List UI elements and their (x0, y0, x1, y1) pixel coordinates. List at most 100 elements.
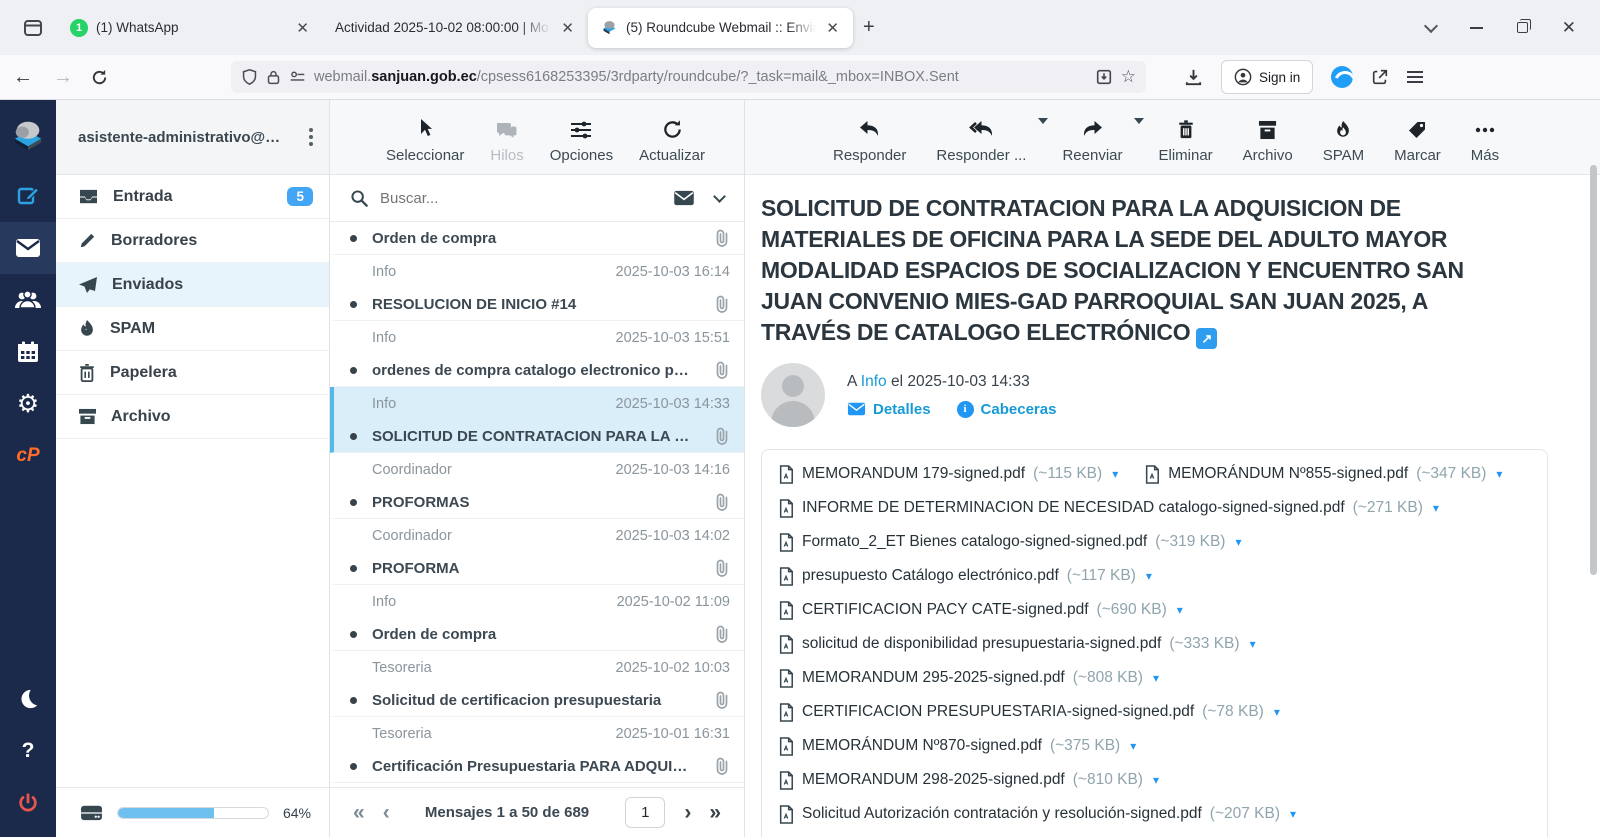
url-bar[interactable]: webmail.sanjuan.gob.ec/cpsess6168253395/… (231, 61, 1146, 93)
new-tab-button[interactable]: + (863, 16, 875, 39)
permissions-icon[interactable] (289, 70, 306, 84)
attachment-menu-icon[interactable]: ▾ (1153, 671, 1159, 685)
attachment-item[interactable]: MEMORANDUM 179-signed.pdf(~115 KB)▾ (778, 462, 1118, 486)
attachment-menu-icon[interactable]: ▾ (1290, 807, 1296, 821)
attachment-item[interactable]: MEMORANDUM 298-2025-signed.pdf(~810 KB)▾ (778, 768, 1159, 792)
tab-actividad[interactable]: Actividad 2025-10-02 08:00:00 | Mo ✕ (323, 8, 588, 48)
more-button[interactable]: Más (1471, 120, 1499, 164)
tab-roundcube-active[interactable]: (5) Roundcube Webmail :: Envia ✕ (588, 8, 853, 48)
message-meta-row[interactable]: Tesoreria2025-10-02 10:03 (330, 651, 744, 684)
message-meta-row[interactable]: Tesoreria2025-10-01 16:31 (330, 717, 744, 750)
attachment-item[interactable]: Formato_2_ET Bienes catalogo-signed-sign… (778, 530, 1242, 554)
attachment-menu-icon[interactable]: ▾ (1112, 467, 1118, 481)
attachment-menu-icon[interactable]: ▾ (1130, 739, 1136, 753)
message-subject-row[interactable]: PROFORMAS (330, 486, 744, 519)
attachment-menu-icon[interactable]: ▾ (1177, 603, 1183, 617)
sign-in-button[interactable]: Sign in (1221, 60, 1313, 94)
search-input[interactable] (380, 190, 661, 207)
scrollbar-thumb[interactable] (1590, 165, 1597, 575)
close-window-button[interactable]: ✕ (1562, 18, 1576, 38)
back-button[interactable]: ← (10, 66, 36, 89)
options-button[interactable]: Opciones (550, 120, 613, 164)
message-subject-row[interactable]: Orden de compra (330, 618, 744, 651)
tab-close-icon[interactable]: ✕ (559, 19, 576, 37)
folder-entrada[interactable]: Entrada 5 (56, 175, 329, 219)
select-button[interactable]: Seleccionar (386, 118, 464, 164)
next-page-button[interactable]: › (675, 801, 700, 825)
attachment-item[interactable]: MEMORÁNDUM Nº870-signed.pdf(~375 KB)▾ (778, 734, 1136, 758)
attachment-menu-icon[interactable]: ▾ (1235, 535, 1241, 549)
message-subject-row-selected[interactable]: SOLICITUD DE CONTRATACION PARA LA … (330, 420, 744, 453)
message-subject-row[interactable]: Orden de compra (330, 222, 744, 255)
cpanel-nav-icon[interactable]: cP (0, 430, 56, 482)
share-icon[interactable] (1371, 68, 1389, 86)
tab-close-icon[interactable]: ✕ (294, 19, 311, 37)
reload-button[interactable] (90, 68, 109, 87)
threads-button[interactable]: Hilos (490, 120, 523, 164)
folder-borradores[interactable]: Borradores (56, 219, 329, 263)
delete-button[interactable]: Eliminar (1158, 120, 1212, 164)
message-meta-row[interactable]: Coordinador2025-10-03 14:02 (330, 519, 744, 552)
page-number-input[interactable]: 1 (625, 797, 665, 828)
folder-enviados[interactable]: Enviados (56, 263, 329, 307)
account-header[interactable]: asistente-administrativo@… (56, 100, 329, 175)
attachment-menu-icon[interactable]: ▾ (1250, 637, 1256, 651)
menu-icon[interactable] (1407, 68, 1423, 86)
calendar-nav-icon[interactable] (0, 326, 56, 378)
list-all-tabs-icon[interactable] (1424, 18, 1438, 32)
first-page-button[interactable]: « (344, 801, 374, 825)
save-page-icon[interactable] (1095, 68, 1113, 86)
reply-button[interactable]: Responder (833, 120, 906, 164)
restore-button[interactable] (1517, 22, 1528, 33)
minimize-button[interactable] (1470, 27, 1483, 29)
external-link-icon[interactable]: ↗ (1196, 328, 1217, 349)
message-meta-row[interactable]: Info2025-10-03 15:51 (330, 321, 744, 354)
account-menu-icon[interactable] (303, 124, 319, 150)
reply-all-dropdown-icon[interactable] (1038, 118, 1048, 124)
lock-icon[interactable] (266, 69, 281, 86)
attachment-item[interactable]: Solicitud Autorización contratación y re… (778, 802, 1296, 826)
archive-button[interactable]: Archivo (1243, 120, 1293, 164)
message-subject-row[interactable]: ordenes de compra catalogo electronico p… (330, 354, 744, 387)
message-meta-row[interactable]: Coordinador2025-10-03 14:16 (330, 453, 744, 486)
search-options-chevron-icon[interactable] (713, 190, 726, 203)
message-subject-row[interactable]: PROFORMA (330, 552, 744, 585)
attachment-menu-icon[interactable]: ▾ (1496, 467, 1502, 481)
headers-link[interactable]: i Cabeceras (957, 401, 1057, 418)
attachment-menu-icon[interactable]: ▾ (1433, 501, 1439, 515)
attachment-item[interactable]: presupuesto Catálogo electrónico.pdf(~11… (778, 564, 1152, 588)
message-meta-row-selected[interactable]: Info2025-10-03 14:33 (330, 387, 744, 420)
profile-badge-icon[interactable] (1331, 66, 1353, 88)
spam-button[interactable]: SPAM (1323, 120, 1364, 164)
search-scope-mail-icon[interactable] (673, 190, 695, 206)
shield-icon[interactable] (241, 68, 258, 86)
forward-button[interactable]: Reenviar (1062, 120, 1122, 164)
settings-nav-icon[interactable]: ⚙ (0, 378, 56, 430)
message-subject-row[interactable]: Solicitud de certificacion presupuestari… (330, 684, 744, 717)
mark-button[interactable]: Marcar (1394, 120, 1441, 164)
prev-page-button[interactable]: ‹ (374, 801, 399, 825)
help-icon[interactable]: ? (0, 725, 56, 777)
firefox-view-icon[interactable] (18, 13, 48, 43)
message-subject-row[interactable]: Certificación Presupuestaria PARA ADQUI… (330, 750, 744, 783)
reply-all-button[interactable]: Responder ... (936, 120, 1026, 164)
forward-button[interactable]: → (50, 66, 76, 89)
contacts-nav-icon[interactable] (0, 274, 56, 326)
message-subject-row[interactable]: RESOLUCION DE INICIO #14 (330, 288, 744, 321)
attachment-menu-icon[interactable]: ▾ (1153, 773, 1159, 787)
tab-close-icon[interactable]: ✕ (824, 19, 841, 37)
tab-whatsapp[interactable]: 1 (1) WhatsApp ✕ (58, 8, 323, 48)
attachment-item[interactable]: MEMORANDUM 295-2025-signed.pdf(~808 KB)▾ (778, 666, 1159, 690)
forward-dropdown-icon[interactable] (1134, 118, 1144, 124)
attachment-item[interactable]: CERTIFICACION PACY CATE-signed.pdf(~690 … (778, 598, 1183, 622)
mail-nav-icon[interactable] (0, 222, 56, 274)
recipient-link[interactable]: Info (861, 373, 887, 390)
downloads-icon[interactable] (1184, 68, 1203, 87)
attachment-menu-icon[interactable]: ▾ (1146, 569, 1152, 583)
attachment-item[interactable]: solicitud de disponibilidad presupuestar… (778, 632, 1256, 656)
message-meta-row[interactable]: Info2025-10-02 11:09 (330, 585, 744, 618)
folder-archivo[interactable]: Archivo (56, 395, 329, 439)
folder-papelera[interactable]: Papelera (56, 351, 329, 395)
compose-button[interactable] (0, 170, 56, 222)
attachment-item[interactable]: MEMORÁNDUM Nº855-signed.pdf(~347 KB)▾ (1144, 462, 1502, 486)
